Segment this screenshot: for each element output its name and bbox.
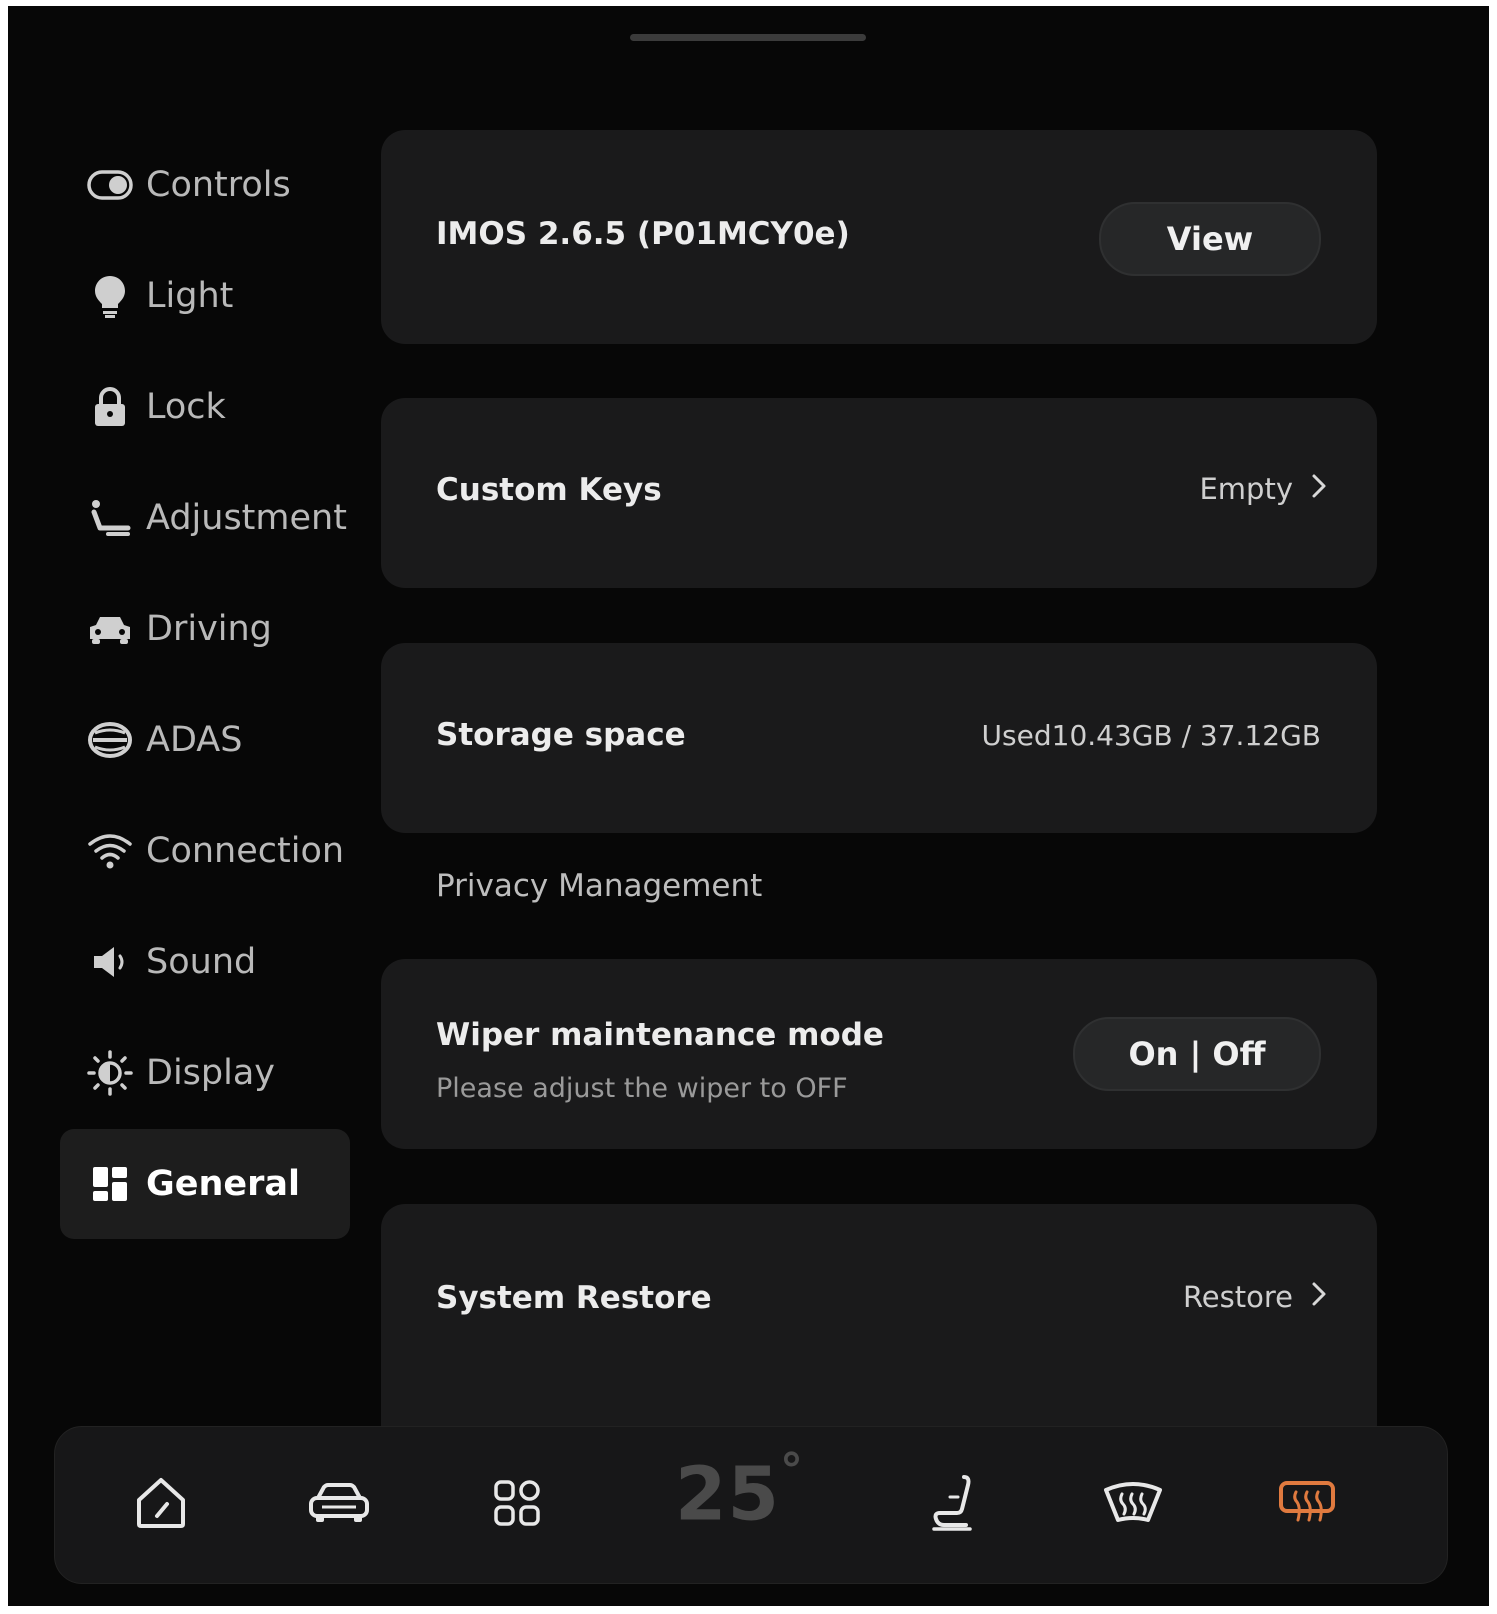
degree-symbol: ° bbox=[779, 1443, 804, 1497]
sidebar-item-label: ADAS bbox=[146, 720, 243, 760]
sidebar-item-label: General bbox=[146, 1164, 300, 1204]
temperature-value: 25 bbox=[675, 1451, 780, 1538]
front-defrost-button[interactable] bbox=[1091, 1463, 1175, 1547]
apps-icon bbox=[493, 1479, 541, 1531]
lock-icon bbox=[84, 381, 136, 433]
grid-icon bbox=[84, 1158, 136, 1210]
sidebar-item-label: Lock bbox=[146, 387, 226, 427]
seat-icon bbox=[84, 492, 136, 544]
seat-heat-icon bbox=[930, 1473, 980, 1537]
sidebar: Controls Light Lock Adjustment Driving A… bbox=[8, 6, 368, 1406]
adas-icon bbox=[84, 714, 136, 766]
sidebar-item-connection[interactable]: Connection bbox=[60, 796, 350, 906]
wiper-toggle-button[interactable]: On | Off bbox=[1073, 1017, 1321, 1091]
rear-defrost-icon bbox=[1278, 1480, 1336, 1530]
wiper-subtitle: Please adjust the wiper to OFF bbox=[436, 1073, 848, 1104]
home-button[interactable] bbox=[119, 1463, 203, 1547]
sidebar-item-label: Light bbox=[146, 276, 234, 316]
rear-defrost-button[interactable] bbox=[1265, 1463, 1349, 1547]
sidebar-item-display[interactable]: Display bbox=[60, 1018, 350, 1128]
vehicle-icon bbox=[308, 1482, 370, 1528]
drag-handle[interactable] bbox=[630, 34, 866, 41]
sidebar-item-driving[interactable]: Driving bbox=[60, 574, 350, 684]
custom-keys-status: Empty bbox=[1199, 472, 1293, 506]
sidebar-item-label: Controls bbox=[146, 165, 291, 205]
custom-keys-card[interactable]: Custom Keys Empty bbox=[381, 398, 1377, 588]
privacy-management-header: Privacy Management bbox=[436, 868, 763, 904]
version-title: IMOS 2.6.5 (P01MCY0e) bbox=[436, 216, 850, 252]
sidebar-item-label: Display bbox=[146, 1053, 276, 1093]
custom-keys-title: Custom Keys bbox=[436, 472, 662, 508]
custom-keys-value[interactable]: Empty bbox=[1199, 472, 1327, 506]
front-defrost-icon bbox=[1102, 1480, 1164, 1530]
system-restore-title: System Restore bbox=[436, 1280, 712, 1316]
sidebar-item-general[interactable]: General bbox=[60, 1129, 350, 1239]
storage-title: Storage space bbox=[436, 717, 686, 753]
sidebar-item-label: Connection bbox=[146, 831, 345, 871]
version-card: IMOS 2.6.5 (P01MCY0e) View bbox=[381, 130, 1377, 344]
bottom-dock: 25° bbox=[54, 1426, 1448, 1584]
view-button[interactable]: View bbox=[1099, 202, 1321, 276]
brightness-icon bbox=[84, 1047, 136, 1099]
chevron-right-icon bbox=[1311, 1280, 1327, 1314]
sidebar-item-controls[interactable]: Controls bbox=[60, 130, 350, 240]
chevron-right-icon bbox=[1311, 472, 1327, 506]
car-icon bbox=[84, 603, 136, 655]
wiper-card: Wiper maintenance mode Please adjust the… bbox=[381, 959, 1377, 1149]
apps-button[interactable] bbox=[475, 1463, 559, 1547]
wiper-title: Wiper maintenance mode bbox=[436, 1017, 884, 1053]
settings-screen: Controls Light Lock Adjustment Driving A… bbox=[8, 6, 1489, 1606]
wifi-icon bbox=[84, 825, 136, 877]
sidebar-item-light[interactable]: Light bbox=[60, 241, 350, 351]
sidebar-item-adjustment[interactable]: Adjustment bbox=[60, 463, 350, 573]
vehicle-button[interactable] bbox=[297, 1463, 381, 1547]
seat-heat-button[interactable] bbox=[913, 1463, 997, 1547]
sidebar-item-label: Sound bbox=[146, 942, 257, 982]
restore-label: Restore bbox=[1182, 1280, 1293, 1314]
restore-link[interactable]: Restore bbox=[1183, 1280, 1327, 1314]
sidebar-item-label: Adjustment bbox=[146, 498, 347, 538]
sidebar-item-sound[interactable]: Sound bbox=[60, 907, 350, 1017]
speaker-icon bbox=[84, 936, 136, 988]
home-icon bbox=[133, 1476, 189, 1534]
bulb-icon bbox=[84, 270, 136, 322]
storage-card: Storage space Used10.43GB / 37.12GB bbox=[381, 643, 1377, 833]
temperature-display[interactable]: 25° bbox=[675, 1443, 804, 1538]
sidebar-item-adas[interactable]: ADAS bbox=[60, 685, 350, 795]
controls-toggle-icon bbox=[84, 159, 136, 211]
storage-value: Used10.43GB / 37.12GB bbox=[981, 719, 1321, 752]
sidebar-item-label: Driving bbox=[146, 609, 272, 649]
system-restore-card[interactable]: System Restore Restore bbox=[381, 1204, 1377, 1464]
sidebar-item-lock[interactable]: Lock bbox=[60, 352, 350, 462]
